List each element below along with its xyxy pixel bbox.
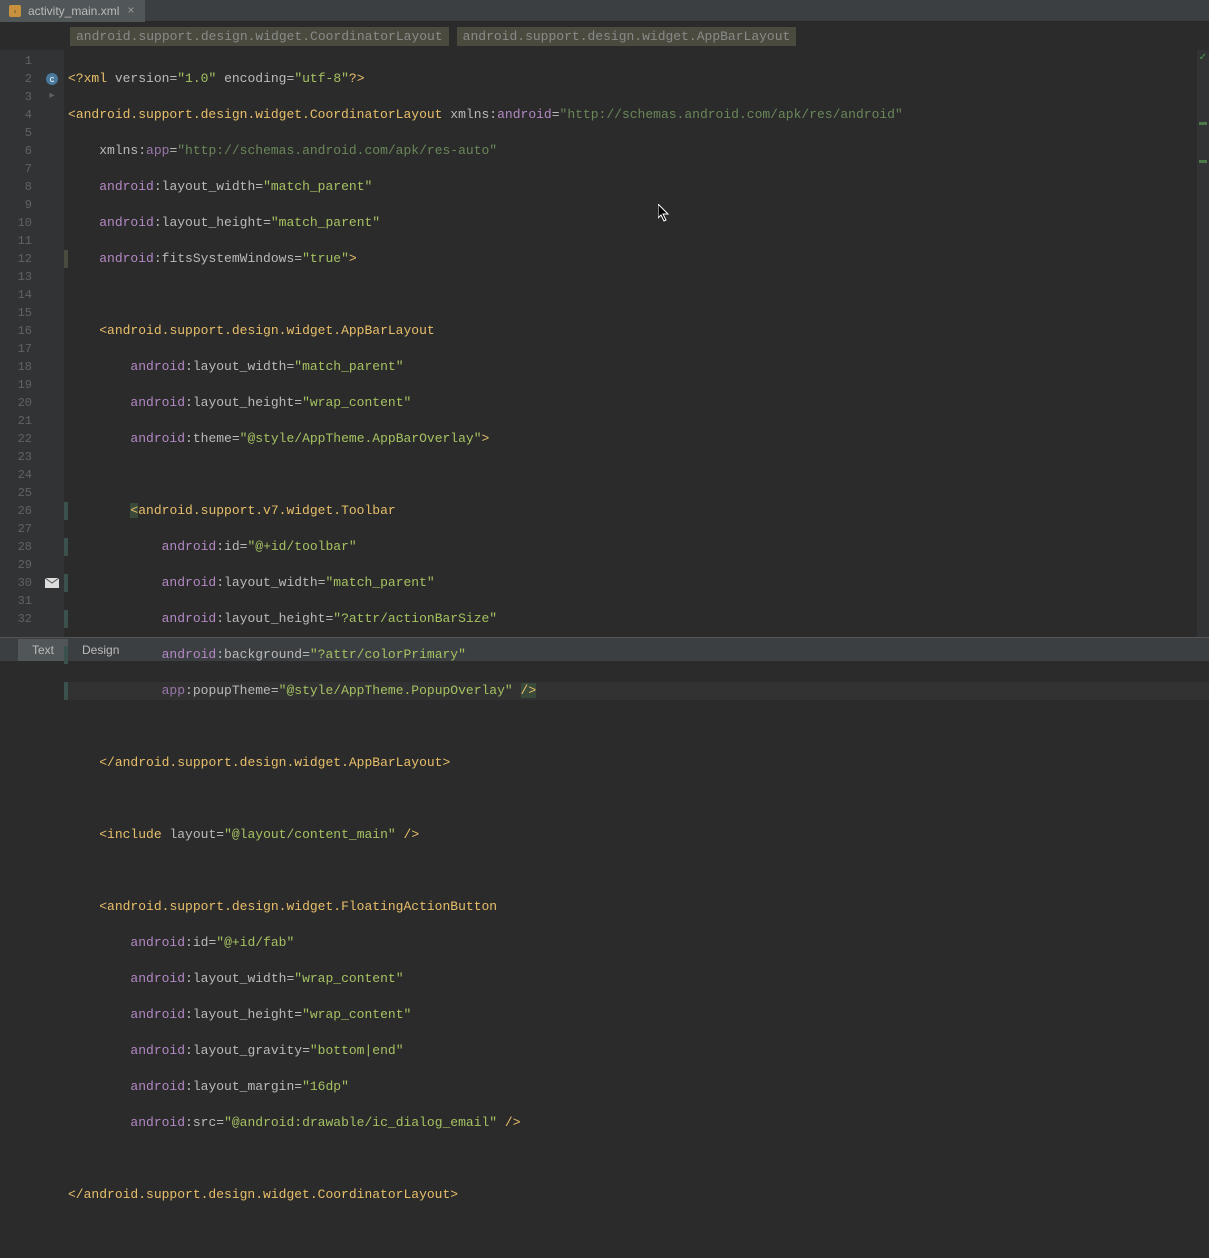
- close-icon[interactable]: ×: [125, 4, 136, 18]
- xml-file-icon: ◦: [8, 4, 22, 18]
- tab-bar: ◦ activity_main.xml ×: [0, 0, 1209, 22]
- svg-text:c: c: [50, 74, 55, 84]
- mail-gutter-icon[interactable]: [40, 574, 64, 592]
- breadcrumb-item[interactable]: android.support.design.widget.AppBarLayo…: [457, 27, 797, 46]
- tab-text[interactable]: Text: [18, 639, 68, 661]
- tab-name: activity_main.xml: [28, 4, 119, 18]
- breadcrumb-item[interactable]: android.support.design.widget.Coordinato…: [70, 27, 449, 46]
- editor[interactable]: 1 2 3 4 5 6 7 8 9 10 11 12 13 14 15 16 1…: [0, 50, 1209, 637]
- file-tab[interactable]: ◦ activity_main.xml ×: [0, 0, 145, 22]
- gutter-icon-strip: c ▸: [40, 50, 64, 637]
- breadcrumb-bar: android.support.design.widget.Coordinato…: [0, 22, 1209, 50]
- check-icon: ✓: [1199, 52, 1207, 64]
- line-number-gutter: 1 2 3 4 5 6 7 8 9 10 11 12 13 14 15 16 1…: [0, 50, 40, 637]
- fold-icon[interactable]: ▸: [40, 88, 64, 106]
- svg-text:◦: ◦: [14, 7, 17, 16]
- code-area[interactable]: <?xml version="1.0" encoding="utf-8"?> <…: [64, 50, 1209, 637]
- class-gutter-icon[interactable]: c: [40, 70, 64, 88]
- error-stripe[interactable]: ✓: [1197, 50, 1209, 637]
